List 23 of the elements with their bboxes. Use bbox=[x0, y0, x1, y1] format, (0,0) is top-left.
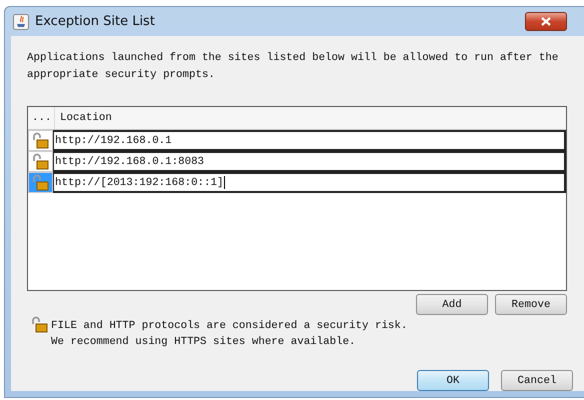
row-icon-cell[interactable] bbox=[28, 172, 53, 193]
lock-icon bbox=[32, 153, 49, 170]
location-cell[interactable]: http://192.168.0.1 bbox=[53, 130, 566, 151]
location-cell[interactable]: http://192.168.0.1:8083 bbox=[53, 151, 566, 172]
close-icon bbox=[541, 17, 551, 26]
remove-button[interactable]: Remove bbox=[495, 294, 567, 315]
row-icon-cell[interactable] bbox=[28, 130, 53, 151]
close-button[interactable] bbox=[525, 12, 567, 31]
app-icon bbox=[13, 14, 29, 30]
lock-icon bbox=[32, 132, 49, 149]
warning-text: FILE and HTTP protocols are considered a security risk. bbox=[51, 319, 408, 334]
window-title: Exception Site List bbox=[35, 14, 156, 29]
intro-text: Applications launched from the sites listed below will be allowed to run after the appropriate security prompts. bbox=[27, 51, 560, 83]
ok-button[interactable]: OK bbox=[417, 370, 489, 391]
warning-lock-icon bbox=[31, 316, 48, 333]
location-input[interactable]: http://[2013:192:168:0::1] bbox=[53, 172, 566, 193]
lock-icon bbox=[32, 174, 49, 191]
cancel-button[interactable]: Cancel bbox=[501, 370, 573, 391]
column-header: ... bbox=[28, 107, 55, 129]
warning-text: We recommend using HTTPS sites where available. bbox=[51, 335, 357, 350]
add-button[interactable]: Add bbox=[416, 294, 488, 315]
row-icon-cell[interactable] bbox=[28, 151, 53, 172]
column-header: Location bbox=[59, 111, 113, 126]
